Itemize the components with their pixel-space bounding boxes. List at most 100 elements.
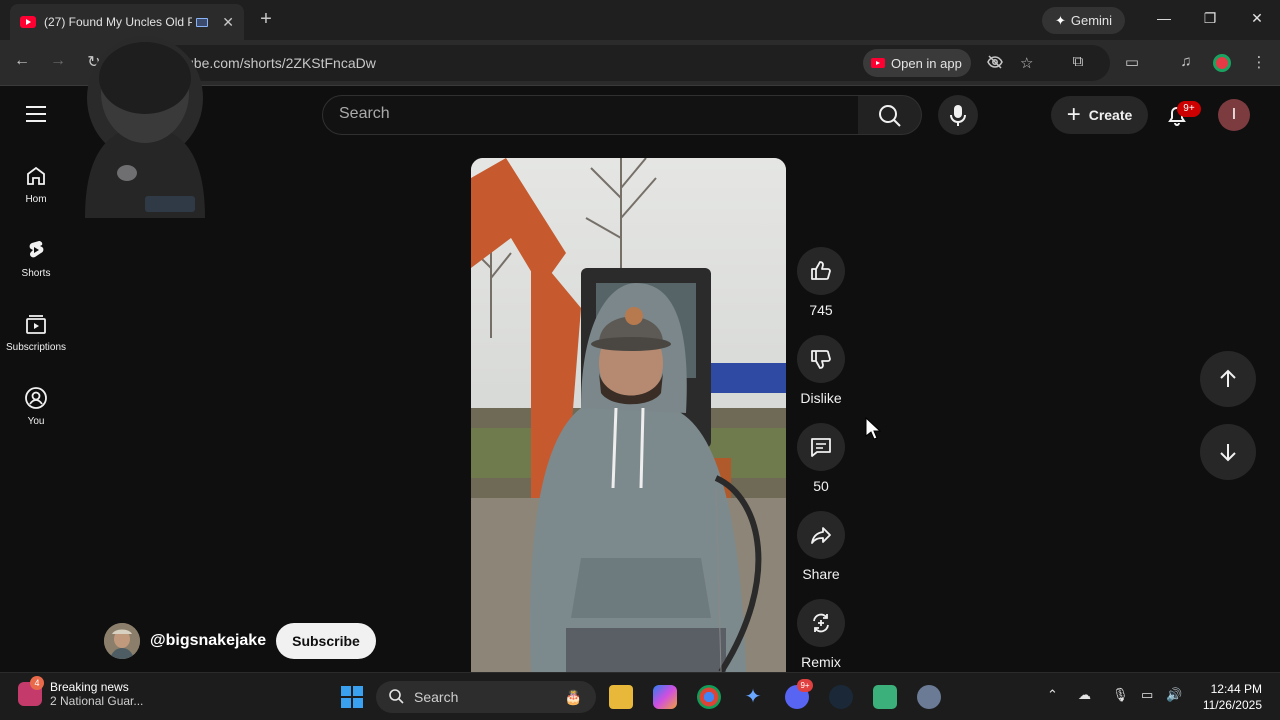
subscriptions-icon [26,315,46,334]
create-label: Create [1088,107,1133,123]
shorts-icon [29,241,44,258]
dislike-button[interactable] [797,335,845,383]
thumbs-up-icon [811,261,831,280]
clock-time: 12:44 PM [1210,682,1262,696]
remix-label: Remix [801,654,841,670]
microphone-tray-icon[interactable]: 🎙 [1112,687,1129,703]
sidebar-item-subscriptions[interactable]: Subscriptions [0,312,72,353]
dislike-label: Dislike [800,390,842,406]
next-short-button[interactable] [1200,424,1256,480]
gemini-sparkle-icon[interactable]: ✦ [741,685,765,709]
address-bar[interactable]: ube.com/shorts/2ZKStFncaDw Open in app ☆ [110,45,1110,81]
youtube-logo-icon [871,58,885,68]
windows-taskbar: 4 Breaking news 2 National Guar... Searc… [0,672,1280,720]
plus-icon: + [1066,101,1081,128]
settings-gear-icon[interactable] [917,685,941,709]
comments-action[interactable]: 50 [797,423,845,494]
comment-icon [811,438,831,457]
file-explorer-icon[interactable] [609,685,633,709]
sidebar-item-shorts[interactable]: Shorts [0,238,72,279]
steam-icon[interactable] [829,685,853,709]
news-icon: 4 [18,676,44,706]
network-icon[interactable]: ▭ [1141,687,1153,703]
search-icon [388,688,404,707]
notification-badge: 9+ [1177,101,1201,117]
mouse-cursor-icon [865,416,882,446]
like-action[interactable]: 745 [797,247,845,318]
channel-handle[interactable]: @bigsnakejake [150,632,266,650]
taskbar-search-label: Search [414,689,459,705]
remix-icon [813,613,829,633]
sidebar-item-label: You [27,416,45,427]
back-arrow-icon[interactable]: ← [12,52,32,70]
open-in-app-label: Open in app [891,55,962,71]
like-button[interactable] [797,247,845,295]
minimize-button[interactable]: — [1154,10,1174,26]
comments-button[interactable] [797,423,845,471]
news-badge: 4 [30,676,44,690]
youtube-favicon-icon [20,16,36,28]
share-label: Share [802,566,840,582]
screen: { "browser": { "tab_title": "(27) Found … [0,0,1280,720]
onedrive-icon[interactable]: ☁ [1078,687,1091,703]
channel-avatar[interactable] [104,623,140,659]
news-title: Breaking news [50,680,129,694]
new-tab-button[interactable]: + [256,8,276,31]
webcam-overlay [45,18,225,218]
like-count: 745 [809,302,833,318]
account-avatar[interactable]: I [1218,99,1250,131]
search-icon [879,105,901,127]
voice-search-button[interactable] [938,95,978,135]
copilot-icon[interactable] [653,685,677,709]
share-arrow-icon [811,527,831,544]
gemini-button[interactable]: ✦ Gemini [1042,7,1125,34]
green-app-icon[interactable] [873,685,897,709]
previous-short-button[interactable] [1200,351,1256,407]
extensions-icon[interactable]: ⧉ [1068,53,1088,70]
search-box[interactable] [322,95,859,135]
taskbar-search-box[interactable]: Search 🎂 [376,681,596,713]
channel-info: @bigsnakejake Subscribe [104,623,376,659]
gemini-label: Gemini [1070,13,1113,28]
dislike-action[interactable]: Dislike [797,335,845,406]
subscribe-button[interactable]: Subscribe [276,623,376,659]
cake-icon: 🎂 [564,688,582,705]
windows-start-icon[interactable] [340,685,364,709]
tab-search-icon[interactable]: ▭ [1122,53,1142,71]
comment-count: 50 [813,478,829,494]
you-icon [25,387,47,409]
eye-slash-icon[interactable] [986,54,1004,74]
discord-icon[interactable]: 9+ [785,679,813,709]
tray-overflow-icon[interactable]: ⌃ [1047,687,1058,703]
search-input[interactable] [339,105,819,123]
share-button[interactable] [797,511,845,559]
remix-button[interactable] [797,599,845,647]
sidebar-item-you[interactable]: You [0,386,72,427]
volume-icon[interactable]: 🔊 [1166,687,1182,703]
system-clock[interactable]: 12:44 PM 11/26/2025 [1196,681,1262,713]
browser-menu-icon[interactable]: ⋮ [1249,53,1269,71]
thumbs-down-icon [811,350,831,369]
sidebar-item-label: Hom [25,194,47,205]
microphone-icon [950,105,966,126]
sidebar-item-label: Subscriptions [5,342,67,353]
bookmark-star-icon[interactable]: ☆ [1020,54,1033,72]
restore-button[interactable]: ❐ [1200,10,1220,27]
clock-date: 11/26/2025 [1202,698,1262,712]
close-window-button[interactable]: ✕ [1247,10,1267,27]
search-button[interactable] [858,95,922,135]
sidebar-item-label: Shorts [21,268,51,279]
create-button[interactable]: + Create [1051,96,1148,134]
arrow-up-icon [1220,369,1236,387]
open-in-app-button[interactable]: Open in app [863,49,971,77]
remix-action[interactable]: Remix [797,599,845,670]
share-action[interactable]: Share [797,511,845,582]
arrow-down-icon [1220,444,1236,462]
menu-hamburger-icon[interactable] [26,106,46,122]
chrome-icon[interactable] [697,685,721,709]
shorts-video-player[interactable] [471,158,786,672]
news-subtitle: 2 National Guar... [50,694,144,708]
browser-profile-avatar[interactable] [1213,54,1231,72]
media-control-icon[interactable]: ♫ [1176,53,1196,70]
news-widget[interactable]: 4 Breaking news 2 National Guar... [18,676,144,708]
